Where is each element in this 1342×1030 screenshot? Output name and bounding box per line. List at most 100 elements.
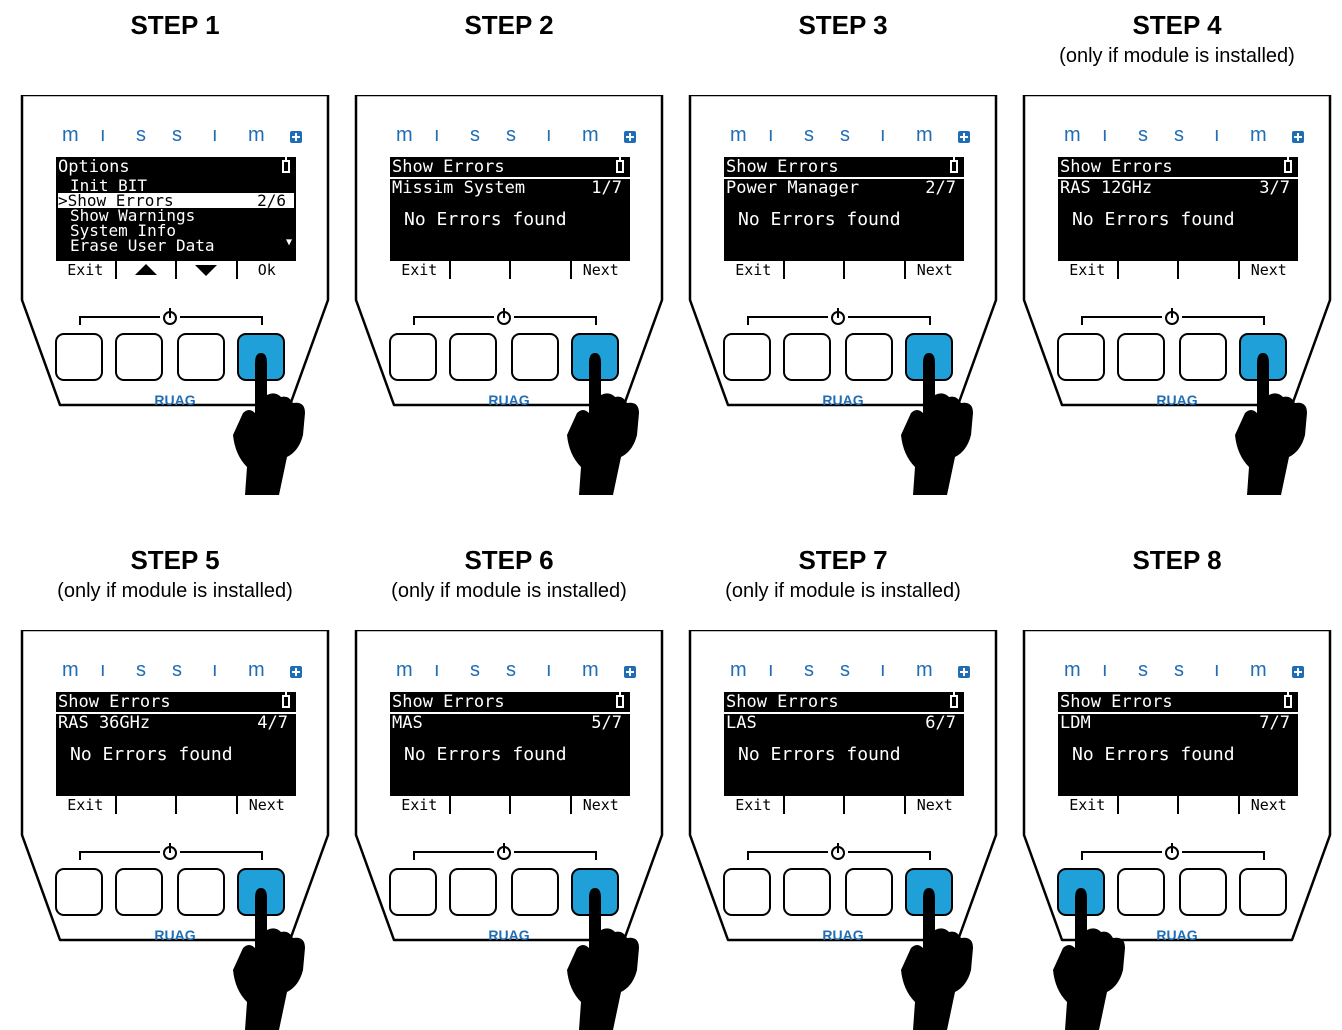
- battery-icon: [616, 157, 624, 173]
- hardware-button-1[interactable]: [723, 868, 771, 916]
- ruag-logo: RUAG: [822, 927, 864, 943]
- brand-logo-letter: ı: [1102, 659, 1108, 681]
- hardware-button-3[interactable]: [845, 333, 893, 381]
- softkey-blank[interactable]: [1118, 796, 1177, 814]
- status-message: No Errors found: [404, 744, 567, 765]
- softkey-down[interactable]: [177, 261, 236, 279]
- softkey-exit[interactable]: Exit: [724, 261, 783, 279]
- ruag-logo: RUAG: [154, 392, 196, 408]
- battery-icon: [282, 692, 290, 708]
- brand-logo-letter: m: [396, 659, 413, 681]
- softkey-blank[interactable]: [511, 261, 570, 279]
- hardware-button-1[interactable]: [1057, 333, 1105, 381]
- hardware-button-2[interactable]: [115, 868, 163, 916]
- hardware-button-2[interactable]: [115, 333, 163, 381]
- device-body: [688, 630, 998, 1030]
- module-name: RAS 36GHz: [58, 713, 151, 733]
- down-arrow-icon: [195, 265, 218, 276]
- hardware-button-4[interactable]: [1239, 868, 1287, 916]
- softkey-blank[interactable]: [177, 796, 236, 814]
- softkey-exit[interactable]: Exit: [1058, 796, 1117, 814]
- hardware-button-1[interactable]: [389, 333, 437, 381]
- hardware-button-1[interactable]: [55, 333, 103, 381]
- softkey-blank[interactable]: [1179, 796, 1238, 814]
- step-panel: STEP 5 (only if module is installed) m ı s s ı…: [10, 535, 340, 1030]
- softkey-blank[interactable]: [511, 796, 570, 814]
- screen-title: Show Errors: [58, 692, 171, 712]
- softkey-up[interactable]: [116, 261, 175, 279]
- hardware-button-2[interactable]: [783, 868, 831, 916]
- device-body: [1022, 630, 1332, 1030]
- hardware-button-3[interactable]: [511, 868, 559, 916]
- step-subtitle: (only if module is installed): [57, 580, 293, 602]
- softkey-exit[interactable]: Exit: [56, 261, 115, 279]
- brand-logo-letter: m: [1064, 124, 1081, 146]
- softkey-blank[interactable]: [450, 261, 509, 279]
- module-row: LAS 6/7: [724, 712, 964, 732]
- status-message: No Errors found: [1072, 209, 1235, 230]
- softkey-next[interactable]: Next: [571, 261, 630, 279]
- softkey-next[interactable]: Next: [571, 796, 630, 814]
- hardware-button-1[interactable]: [723, 333, 771, 381]
- softkey-bar: Exit Next: [1058, 261, 1298, 279]
- step-panel: STEP 4 (only if module is installed) m ı s s ı…: [1012, 0, 1342, 495]
- menu-item[interactable]: Erase User Data: [58, 238, 294, 254]
- brand-logo-letter: ı: [100, 659, 106, 681]
- softkey-blank[interactable]: [845, 261, 904, 279]
- battery-icon: [950, 692, 958, 708]
- softkey-blank[interactable]: [784, 261, 843, 279]
- softkey-next[interactable]: Next: [905, 796, 964, 814]
- hardware-button-3[interactable]: [511, 333, 559, 381]
- hardware-button-2[interactable]: [449, 333, 497, 381]
- hardware-button-2[interactable]: [1117, 333, 1165, 381]
- step-title: STEP 4: [1132, 10, 1222, 40]
- hardware-button-2[interactable]: [449, 868, 497, 916]
- status-message: No Errors found: [404, 209, 567, 230]
- softkey-next[interactable]: Next: [1239, 261, 1298, 279]
- module-row: Missim System 1/7: [390, 177, 630, 197]
- brand-logo-letter: s: [172, 124, 182, 146]
- softkey-exit[interactable]: Exit: [1058, 261, 1117, 279]
- hardware-button-3[interactable]: [1179, 333, 1227, 381]
- ruag-logo: RUAG: [1156, 927, 1198, 943]
- step-title: STEP 7: [798, 545, 888, 575]
- softkey-exit[interactable]: Exit: [724, 796, 783, 814]
- step-panel: STEP 6 (only if module is installed) m ı s s ı…: [344, 535, 674, 1030]
- softkey-exit[interactable]: Exit: [390, 796, 449, 814]
- brand-plus-icon: [1292, 131, 1304, 143]
- softkey-blank[interactable]: [1118, 261, 1177, 279]
- status-message: No Errors found: [738, 209, 901, 230]
- lcd-screen: Options Init BIT >Show Errors 2/6 Show Warni…: [56, 157, 296, 279]
- lcd-screen: Show Errors LDM 7/7 No Errors found Exit Next: [1058, 692, 1298, 814]
- brand-logo-letter: ı: [1102, 124, 1108, 146]
- hardware-button-3[interactable]: [845, 868, 893, 916]
- hardware-button-3[interactable]: [177, 868, 225, 916]
- brand-logo-letter: m: [396, 124, 413, 146]
- hardware-button-3[interactable]: [177, 333, 225, 381]
- softkey-exit[interactable]: Exit: [56, 796, 115, 814]
- screen-title: Show Errors: [392, 157, 505, 177]
- softkey-next[interactable]: Next: [237, 796, 296, 814]
- softkey-blank[interactable]: [784, 796, 843, 814]
- screen-title: Show Errors: [1060, 157, 1173, 177]
- hardware-button-3[interactable]: [1179, 868, 1227, 916]
- softkey-blank[interactable]: [1179, 261, 1238, 279]
- brand-logo-letter: s: [506, 659, 516, 681]
- softkey-next[interactable]: Next: [905, 261, 964, 279]
- softkey-exit[interactable]: Exit: [390, 261, 449, 279]
- device-body: [20, 95, 330, 495]
- softkey-next[interactable]: Next: [1239, 796, 1298, 814]
- hardware-button-2[interactable]: [1117, 868, 1165, 916]
- hardware-button-1[interactable]: [55, 868, 103, 916]
- softkey-blank[interactable]: [845, 796, 904, 814]
- softkey-blank[interactable]: [450, 796, 509, 814]
- hardware-button-2[interactable]: [783, 333, 831, 381]
- step-title: STEP 3: [798, 10, 888, 40]
- module-counter: 5/7: [591, 713, 622, 733]
- hardware-button-1[interactable]: [389, 868, 437, 916]
- softkey-blank[interactable]: [116, 796, 175, 814]
- module-row: MAS 5/7: [390, 712, 630, 732]
- module-name: MAS: [392, 713, 423, 733]
- softkey-ok[interactable]: Ok: [237, 261, 296, 279]
- softkey-bar: Exit Next: [724, 261, 964, 279]
